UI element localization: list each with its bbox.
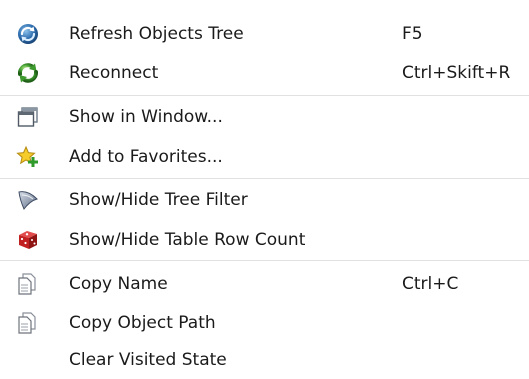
reconnect-icon (16, 61, 40, 85)
menu-item-reconnect[interactable]: Reconnect Ctrl+Skift+R (0, 53, 529, 93)
menu-item-copy-name[interactable]: Copy Name Ctrl+C (0, 264, 529, 304)
menu-item-shortcut: Ctrl+Skift+R (402, 63, 511, 83)
menu-separator (0, 95, 529, 96)
menu-item-label: Add to Favorites... (69, 147, 223, 167)
menu-item-shortcut: F5 (402, 24, 423, 44)
favorites-star-icon (16, 145, 40, 169)
menu-item-label: Copy Name (69, 274, 168, 294)
copy-document-icon (16, 311, 40, 335)
menu-item-show-hide-tree-filter[interactable]: Show/Hide Tree Filter (0, 180, 529, 220)
menu-item-copy-object-path[interactable]: Copy Object Path (0, 303, 529, 343)
menu-item-refresh-objects-tree[interactable]: Refresh Objects Tree F5 (0, 14, 529, 54)
menu-item-label: Copy Object Path (69, 313, 216, 333)
filter-funnel-icon (16, 188, 40, 212)
menu-item-shortcut: Ctrl+C (402, 274, 459, 294)
menu-item-label: Clear Visited State (69, 350, 227, 370)
menu-separator (0, 178, 529, 179)
dice-icon (16, 228, 40, 252)
menu-item-label: Show/Hide Table Row Count (69, 230, 306, 250)
menu-item-add-to-favorites[interactable]: Add to Favorites... (0, 137, 529, 177)
copy-document-icon (16, 272, 40, 296)
menu-item-label: Show/Hide Tree Filter (69, 190, 248, 210)
window-icon (16, 105, 40, 129)
menu-separator (0, 260, 529, 261)
context-menu: Refresh Objects Tree F5 Reconnect Ctrl+S… (0, 0, 529, 379)
menu-item-label: Reconnect (69, 63, 159, 83)
menu-item-show-hide-table-row-count[interactable]: Show/Hide Table Row Count (0, 220, 529, 260)
menu-item-show-in-window[interactable]: Show in Window... (0, 97, 529, 137)
menu-item-label: Refresh Objects Tree (69, 24, 244, 44)
menu-item-label: Show in Window... (69, 107, 223, 127)
menu-item-clear-visited-state[interactable]: Clear Visited State (0, 340, 529, 379)
refresh-icon (16, 22, 40, 46)
